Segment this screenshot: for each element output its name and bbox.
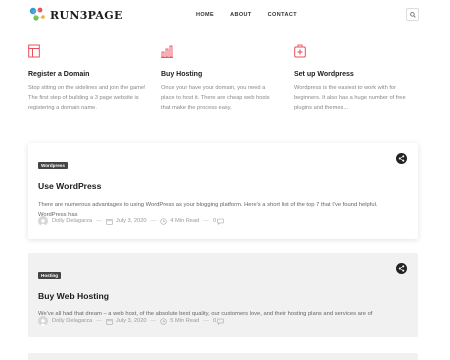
post-date: July 3, 2020 xyxy=(115,218,147,224)
share-button[interactable] xyxy=(396,153,407,164)
user-icon xyxy=(39,219,47,226)
layout-icon xyxy=(28,44,40,58)
clock-icon xyxy=(160,317,167,325)
user-icon xyxy=(39,319,47,326)
avatar[interactable] xyxy=(38,216,48,226)
meta-separator: — xyxy=(150,318,157,324)
category-badge[interactable]: Hosting xyxy=(38,272,62,279)
feature-title: Register a Domain xyxy=(28,71,90,78)
calendar-icon xyxy=(106,318,113,325)
share-icon xyxy=(398,265,405,272)
comment-icon[interactable] xyxy=(217,318,224,325)
post-card[interactable]: Wordpress Use WordPress There are numero… xyxy=(28,143,418,239)
bar-chart-icon xyxy=(161,45,173,58)
feature-setup-wordpress: Set up Wordpress Wordpress is the easies… xyxy=(294,44,412,113)
post-title[interactable]: Use WordPress xyxy=(38,181,408,191)
meta-separator: — xyxy=(150,218,157,224)
feature-description: Stop sitting on the sidelines and join t… xyxy=(28,85,146,111)
meta-separator: — xyxy=(203,218,209,224)
search-button[interactable] xyxy=(406,8,419,21)
first-aid-icon xyxy=(294,44,306,58)
post-meta: Dolly Delagarza — July 3, 2020 — 5 Min R… xyxy=(38,316,227,326)
avatar[interactable] xyxy=(38,316,48,326)
logo-text[interactable]: RUN3PAGE xyxy=(50,9,123,22)
read-time: 5 Min Read xyxy=(170,318,200,324)
post-card[interactable]: Hosting Buy Web Hosting We've all had th… xyxy=(28,253,418,337)
read-time: 4 Min Read xyxy=(170,218,200,224)
meta-separator: — xyxy=(203,318,209,324)
site-header: RUN3PAGE HOME ABOUT CONTACT xyxy=(0,0,450,34)
feature-description: Once your have your domain, you need a p… xyxy=(161,85,270,111)
logo-icon[interactable] xyxy=(28,6,48,24)
comment-icon[interactable] xyxy=(217,218,224,225)
feature-register-domain: Register a Domain Stop sitting on the si… xyxy=(28,44,146,113)
share-icon xyxy=(398,155,405,162)
feature-title: Set up Wordpress xyxy=(294,71,354,78)
share-button[interactable] xyxy=(396,263,407,274)
post-author[interactable]: Dolly Delagarza xyxy=(52,218,92,224)
post-title[interactable]: Buy Web Hosting xyxy=(38,291,408,301)
category-badge[interactable]: Wordpress xyxy=(38,162,68,169)
meta-separator: — xyxy=(96,218,102,224)
search-icon xyxy=(409,11,416,18)
post-meta: Dolly Delagarza — July 3, 2020 — 4 Min R… xyxy=(38,216,227,226)
nav-home[interactable]: HOME xyxy=(196,12,214,18)
calendar-icon xyxy=(106,218,113,225)
feature-description: Wordpress is the easiest to work with fo… xyxy=(294,85,406,111)
feature-title: Buy Hosting xyxy=(161,71,203,78)
post-author[interactable]: Dolly Delagarza xyxy=(52,318,92,324)
feature-buy-hosting: Buy Hosting Once your have your domain, … xyxy=(161,44,279,113)
comment-count[interactable]: 0 xyxy=(213,318,216,324)
main-nav: HOME ABOUT CONTACT xyxy=(196,12,313,18)
post-date: July 3, 2020 xyxy=(115,318,147,324)
nav-contact[interactable]: CONTACT xyxy=(268,12,297,18)
meta-separator: — xyxy=(96,318,102,324)
nav-about[interactable]: ABOUT xyxy=(230,12,252,18)
clock-icon xyxy=(160,217,167,225)
comment-count[interactable]: 0 xyxy=(213,218,216,224)
post-card-partial[interactable] xyxy=(28,353,418,360)
